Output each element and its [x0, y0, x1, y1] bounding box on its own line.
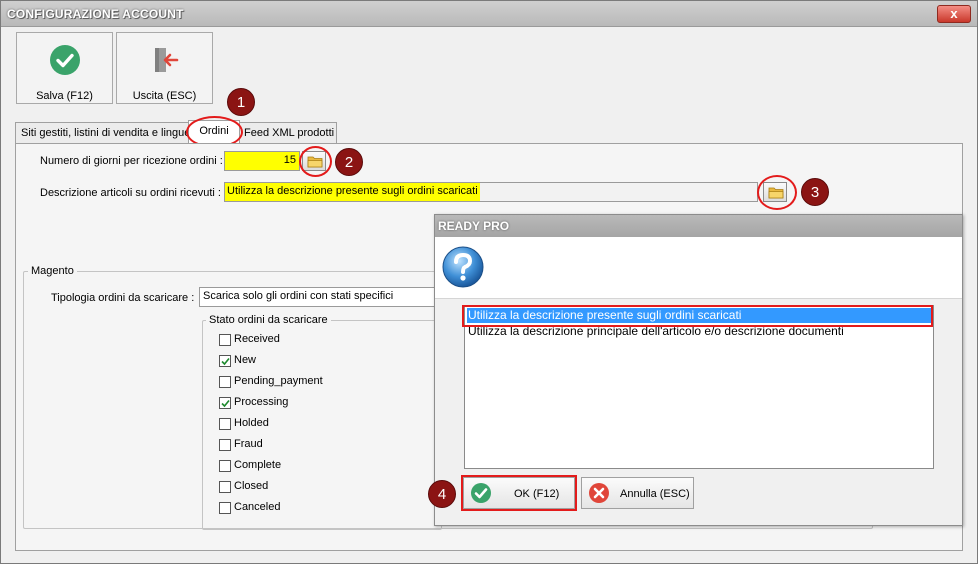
exit-door-icon — [155, 48, 179, 72]
annotation-badge-3: 3 — [801, 178, 829, 206]
dialog-header — [435, 237, 962, 299]
status-received-label: Received — [234, 333, 280, 345]
checkbox-fraud[interactable] — [219, 439, 231, 451]
status-group-title: Stato ordini da scaricare — [206, 314, 331, 326]
days-label: Numero di giorni per ricezione ordini : — [40, 155, 223, 167]
annotation-badge-4: 4 — [428, 480, 456, 508]
exit-label: Uscita (ESC) — [132, 90, 197, 102]
status-pending-payment-label: Pending_payment — [234, 375, 323, 387]
checkbox-complete[interactable] — [219, 460, 231, 472]
cancel-x-icon — [589, 483, 609, 503]
title-bar: CONFIGURAZIONE ACCOUNT x — [1, 1, 977, 27]
check-icon — [50, 45, 80, 75]
status-holded-label: Holded — [234, 417, 269, 429]
checkbox-holded[interactable] — [219, 418, 231, 430]
annotation-ring-2 — [299, 146, 332, 177]
order-type-label: Tipologia ordini da scaricare : — [51, 292, 195, 304]
annotation-box-ok — [461, 475, 577, 511]
cancel-button[interactable]: Annulla (ESC) — [581, 477, 694, 509]
options-listbox[interactable]: Utilizza la descrizione presente sugli o… — [464, 305, 934, 469]
order-type-select[interactable]: Scarica solo gli ordini con stati specif… — [199, 287, 439, 307]
annotation-ring-3 — [757, 175, 797, 210]
desc-label: Descrizione articoli su ordini ricevuti … — [40, 187, 221, 199]
window-title: CONFIGURAZIONE ACCOUNT — [7, 7, 184, 21]
checkbox-processing[interactable] — [219, 397, 231, 409]
status-processing-label: Processing — [234, 396, 289, 408]
status-closed-label: Closed — [234, 480, 269, 492]
close-button[interactable]: x — [937, 5, 971, 23]
annotation-badge-1: 1 — [227, 88, 255, 116]
status-new-label: New — [234, 354, 257, 366]
checkmark-icon — [221, 357, 230, 366]
days-input[interactable]: 15 — [224, 151, 300, 171]
status-canceled-label: Canceled — [234, 501, 281, 513]
desc-value: Utilizza la descrizione presente sugli o… — [225, 183, 480, 201]
status-fraud-label: Fraud — [234, 438, 263, 450]
annotation-badge-2: 2 — [335, 148, 363, 176]
desc-input[interactable]: Utilizza la descrizione presente sugli o… — [224, 182, 758, 202]
tab-siti-gestiti[interactable]: Siti gestiti, listini di vendita e lingu… — [15, 122, 189, 143]
save-button[interactable]: Salva (F12) — [16, 32, 113, 104]
magento-group-title: Magento — [28, 265, 77, 277]
tab-feed-xml[interactable]: Feed XML prodotti — [239, 122, 337, 143]
save-label: Salva (F12) — [36, 90, 93, 102]
checkbox-canceled[interactable] — [219, 502, 231, 514]
checkbox-closed[interactable] — [219, 481, 231, 493]
checkbox-new[interactable] — [219, 355, 231, 367]
ready-pro-dialog: READY PRO Utilizza la descrizione presen… — [434, 214, 963, 526]
status-complete-label: Complete — [234, 459, 282, 471]
cancel-label: Annulla (ESC) — [620, 488, 690, 500]
annotation-box-option — [462, 305, 933, 327]
checkbox-received[interactable] — [219, 334, 231, 346]
exit-button[interactable]: Uscita (ESC) — [116, 32, 213, 104]
config-account-window: CONFIGURAZIONE ACCOUNT x Salva (F12) Usc… — [0, 0, 978, 564]
checkmark-icon — [221, 399, 230, 408]
dialog-title: READY PRO — [435, 215, 962, 237]
question-icon — [442, 246, 484, 288]
checkbox-pending-payment[interactable] — [219, 376, 231, 388]
tab-feed-xml-label: Feed XML prodotti — [244, 127, 335, 139]
tab-siti-gestiti-label: Siti gestiti, listini di vendita e lingu… — [21, 127, 189, 139]
